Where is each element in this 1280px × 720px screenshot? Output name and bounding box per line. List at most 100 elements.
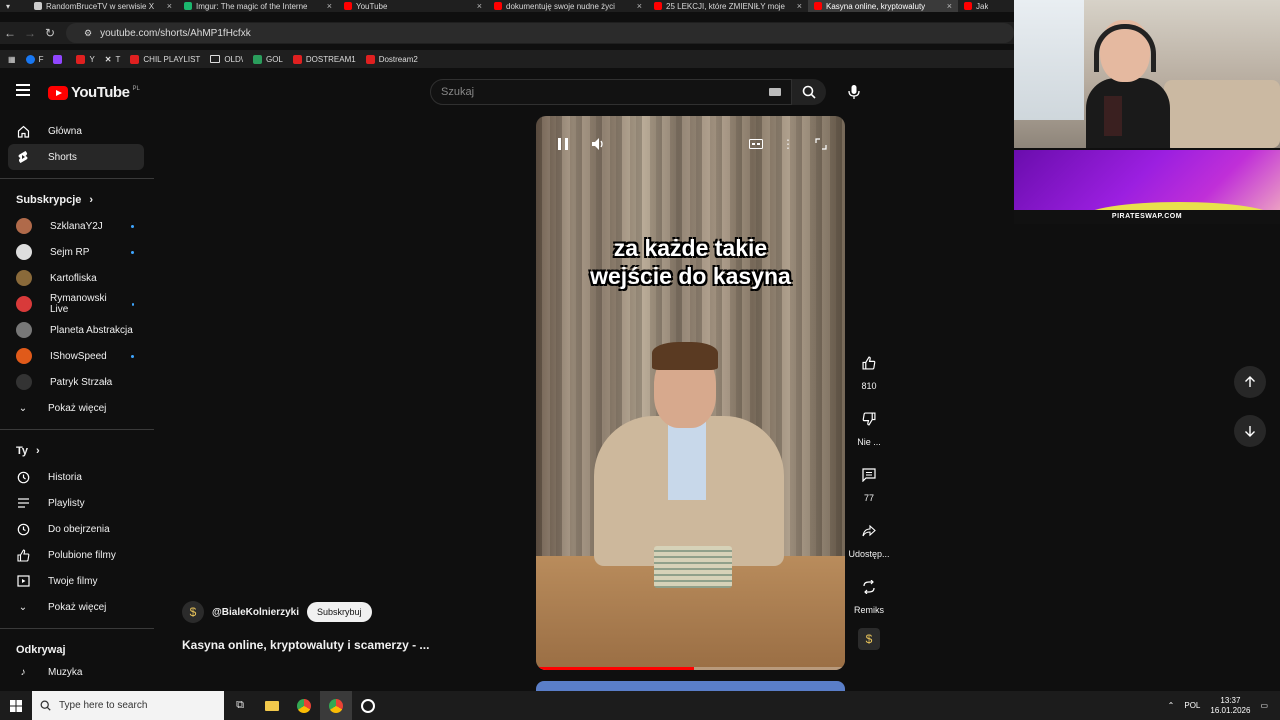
hamburger-menu-icon[interactable]	[16, 84, 30, 96]
browser-tab[interactable]: dokumentuję swoje nudne życi ×	[488, 0, 648, 12]
notifications-icon[interactable]: ▭	[1260, 701, 1268, 710]
subscriptions-heading[interactable]: Subskrypcje ›	[0, 187, 154, 213]
shorts-actions: 810 Nie ... 77 Udostęp... Remiks $	[848, 348, 890, 663]
browser-tab[interactable]: 25 LEKCJI, które ZMIENIŁY moje ×	[648, 0, 808, 12]
tab-favicon-icon	[814, 2, 822, 10]
pause-icon	[558, 138, 568, 150]
remix-icon	[863, 580, 875, 594]
file-explorer-button[interactable]	[256, 691, 288, 720]
voice-search-button[interactable]	[840, 78, 868, 106]
channel-name[interactable]: @BialeKolnierzyki	[212, 607, 299, 618]
remix-action: Remiks	[848, 572, 890, 615]
sidebar-subscription-item[interactable]: Planeta Abstrakcja	[0, 317, 154, 343]
bookmark-facebook[interactable]: F	[25, 54, 43, 64]
sidebar-subscription-item[interactable]: Kartofliska	[0, 265, 154, 291]
more-options-button[interactable]: ⋮	[779, 136, 797, 152]
browser-tab[interactable]: Kasyna online, kryptowaluty ×	[808, 0, 958, 12]
sidebar-subscription-item[interactable]: IShowSpeed	[0, 343, 154, 369]
address-bar-row: ← → ↻ ⚙ youtube.com/shorts/AhMP1fHcfxk	[0, 22, 1014, 44]
like-button[interactable]	[854, 348, 884, 378]
channel-avatar[interactable]: $	[182, 601, 204, 623]
sidebar-subscription-item[interactable]: Sejm RP	[0, 239, 154, 265]
taskbar-search-input[interactable]: Type here to search	[32, 691, 224, 720]
bookmark-gol[interactable]: GOL	[252, 54, 283, 64]
channel-avatar	[16, 218, 32, 234]
tab-menu-button[interactable]: ▾	[0, 0, 28, 12]
captions-button[interactable]	[747, 136, 765, 152]
sidebar-item-home[interactable]: Główna	[0, 118, 154, 144]
language-indicator[interactable]: POL	[1184, 701, 1200, 710]
tab-close-icon[interactable]: ×	[167, 1, 172, 11]
back-button[interactable]: ←	[0, 26, 20, 40]
bookmark-dostream1[interactable]: DOSTREAM1	[292, 54, 356, 64]
webcam-streamer	[1086, 20, 1170, 148]
tray-expand-icon[interactable]: ⌃	[1168, 701, 1175, 710]
shorts-video-player[interactable]: za każde takie wejście do kasyna ⋮	[536, 116, 845, 670]
sidebar-item-shorts[interactable]: Shorts	[8, 144, 144, 170]
url-text: youtube.com/shorts/AhMP1fHcfxk	[100, 27, 251, 39]
previous-short-button[interactable]	[1234, 366, 1266, 398]
keyboard-icon[interactable]	[769, 88, 781, 96]
you-heading[interactable]: Ty ›	[0, 438, 154, 464]
bookmark-chil-playlist[interactable]: CHIL PLAYLIST	[130, 54, 200, 64]
tab-close-icon[interactable]: ×	[797, 1, 802, 11]
url-field[interactable]: ⚙ youtube.com/shorts/AhMP1fHcfxk	[66, 23, 1014, 43]
browser-tab[interactable]: YouTube ×	[338, 0, 488, 12]
bookmark-old-folder[interactable]: OLD\	[210, 55, 243, 64]
share-button[interactable]	[854, 516, 884, 546]
dislike-button[interactable]	[854, 404, 884, 434]
search-input[interactable]: Szukaj	[430, 79, 792, 105]
sidebar-item-history[interactable]: Historia	[0, 464, 154, 490]
subscribe-button[interactable]: Subskrybuj	[307, 602, 372, 622]
tab-close-icon[interactable]: ×	[947, 1, 952, 11]
chrome-button-1[interactable]	[288, 691, 320, 720]
channel-avatar-button[interactable]: $	[858, 628, 880, 650]
gol-icon	[252, 54, 262, 64]
pause-button[interactable]	[554, 136, 572, 152]
tab-close-icon[interactable]: ×	[327, 1, 332, 11]
sidebar-item-liked[interactable]: Polubione filmy	[0, 542, 154, 568]
next-short-button[interactable]	[1234, 415, 1266, 447]
obs-button[interactable]	[352, 691, 384, 720]
start-button[interactable]	[0, 691, 32, 720]
sidebar-subscription-item[interactable]: Patryk Strzała	[0, 369, 154, 395]
apps-grid-icon[interactable]: ▦	[8, 55, 16, 64]
history-icon	[16, 470, 30, 484]
forward-button[interactable]: →	[20, 26, 40, 40]
twitch-icon	[53, 54, 63, 64]
youtube-logo[interactable]: YouTube PL	[48, 84, 140, 101]
channel-info: $ @BialeKolnierzyki Subskrybuj	[182, 601, 372, 623]
sidebar-item-playlists[interactable]: Playlisty	[0, 490, 154, 516]
browser-tab[interactable]: Imgur: The magic of the Interne ×	[178, 0, 338, 12]
reload-button[interactable]: ↻	[40, 26, 60, 40]
sidebar-item-music[interactable]: ♪ Muzyka	[0, 663, 154, 681]
chevron-down-icon: ⌄	[18, 601, 28, 613]
browser-tab[interactable]: RandomBruceTV w serwisie X ×	[28, 0, 178, 12]
search-button[interactable]	[792, 79, 826, 105]
video-progress-fill	[536, 667, 694, 670]
subscriptions-show-more[interactable]: ⌄ Pokaż więcej	[0, 395, 154, 421]
task-view-button[interactable]: ⧉	[224, 691, 256, 720]
bookmark-dostream2[interactable]: Dostream2	[365, 54, 418, 64]
tab-close-icon[interactable]: ×	[477, 1, 482, 11]
video-progress-bar[interactable]	[536, 667, 845, 670]
bookmark-youtube[interactable]: Y	[76, 54, 95, 64]
you-show-more[interactable]: ⌄ Pokaż więcej	[0, 594, 154, 620]
sidebar-item-your-videos[interactable]: Twoje filmy	[0, 568, 154, 594]
site-info-icon[interactable]: ⚙	[84, 28, 92, 39]
volume-button[interactable]	[590, 136, 608, 152]
sidebar-subscription-item[interactable]: Rymanowski Live	[0, 291, 154, 317]
fullscreen-button[interactable]	[812, 136, 830, 152]
chrome-button-2[interactable]	[320, 691, 352, 720]
browser-tab[interactable]: Jak	[958, 0, 998, 12]
bookmark-x[interactable]: ✕ T	[105, 55, 121, 64]
remix-button[interactable]	[854, 572, 884, 602]
sidebar-subscription-item[interactable]: SzklanaY2J	[0, 213, 154, 239]
youtube-icon	[130, 54, 140, 64]
bookmark-twitch[interactable]	[53, 54, 66, 64]
tab-close-icon[interactable]: ×	[637, 1, 642, 11]
sidebar-item-watch-later[interactable]: Do obejrzenia	[0, 516, 154, 542]
video-title[interactable]: Kasyna online, kryptowaluty i scamerzy -…	[182, 638, 429, 652]
comments-button[interactable]	[854, 460, 884, 490]
clock[interactable]: 13:37 16.01.2026	[1210, 696, 1250, 716]
